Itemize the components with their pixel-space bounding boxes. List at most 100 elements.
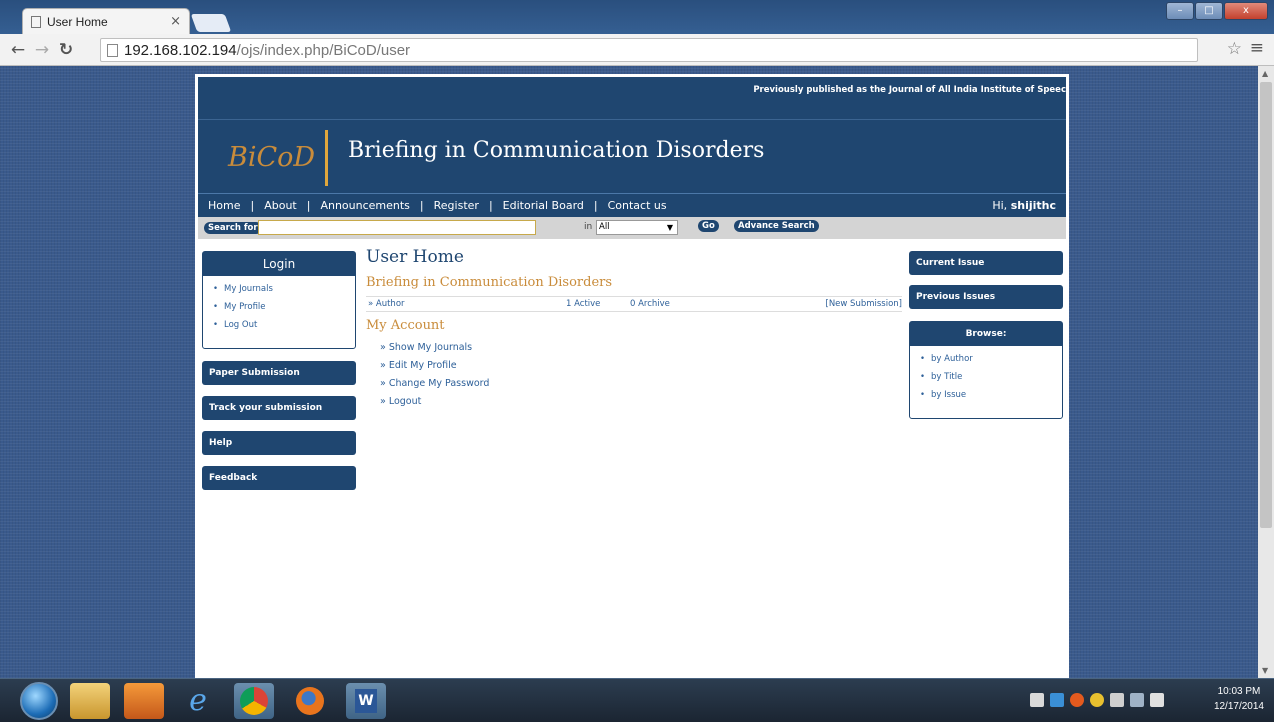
browse-by-title-link[interactable]: by Title xyxy=(920,368,1062,386)
minimize-button[interactable]: – xyxy=(1166,2,1194,20)
tab-title: User Home xyxy=(47,14,108,29)
new-tab-button[interactable] xyxy=(190,14,232,32)
media-player-icon[interactable] xyxy=(124,683,164,719)
site-title: Briefing in Communication Disorders xyxy=(348,138,765,163)
top-bar: Previously published as the Journal of A… xyxy=(198,77,1066,119)
nav-home[interactable]: Home xyxy=(208,199,240,212)
firefox-icon[interactable] xyxy=(290,683,330,719)
tray-monitor-icon[interactable] xyxy=(1130,693,1144,707)
file-explorer-icon[interactable] xyxy=(70,683,110,719)
link-my-journals[interactable]: My Journals xyxy=(213,280,355,298)
browser-toolbar: ← → ↻ 192.168.102.194/ojs/index.php/BiCo… xyxy=(0,34,1274,66)
journal-title: Briefing in Communication Disorders xyxy=(366,275,613,290)
feedback-button[interactable]: Feedback xyxy=(202,466,356,490)
browse-links: by Author by Title by Issue xyxy=(910,346,1062,404)
back-arrow-icon[interactable]: ← xyxy=(6,40,30,60)
tray-volume-icon[interactable] xyxy=(1150,693,1164,707)
search-bar: Search for in All ▼ Go Advance Search xyxy=(198,217,1066,239)
dropdown-arrow-icon: ▼ xyxy=(666,223,673,232)
start-button[interactable] xyxy=(20,682,58,720)
main-content: User Home Briefing in Communication Diso… xyxy=(366,247,902,411)
greeting-prefix: Hi, xyxy=(992,199,1008,212)
my-account-heading: My Account xyxy=(366,318,445,333)
url-host: 192.168.102.194 xyxy=(124,41,237,59)
site-banner: BiCoD Briefing in Communication Disorder… xyxy=(198,119,1066,193)
nav-separator: | xyxy=(488,199,493,212)
login-links: My Journals My Profile Log Out xyxy=(203,276,355,334)
logo-divider xyxy=(325,130,328,186)
logout-link[interactable]: » Logout xyxy=(380,393,902,411)
browse-by-author-link[interactable]: by Author xyxy=(920,350,1062,368)
link-log-out[interactable]: Log Out xyxy=(213,316,355,334)
nav-separator: | xyxy=(250,199,255,212)
tray-app-icon[interactable] xyxy=(1070,693,1084,707)
nav-separator: | xyxy=(419,199,424,212)
menu-icon[interactable]: ≡ xyxy=(1250,38,1264,58)
vertical-scrollbar[interactable]: ▲ ▼ xyxy=(1258,66,1274,678)
nav-announcements[interactable]: Announcements xyxy=(320,199,409,212)
tray-network-icon[interactable] xyxy=(1050,693,1064,707)
address-bar[interactable]: 192.168.102.194/ojs/index.php/BiCoD/user xyxy=(100,38,1198,62)
role-author-link[interactable]: » Author xyxy=(368,299,405,309)
chrome-icon[interactable] xyxy=(234,683,274,719)
system-clock[interactable]: 10:03 PM 12/17/2014 xyxy=(1214,684,1264,714)
login-box: Login My Journals My Profile Log Out xyxy=(202,251,356,349)
scroll-up-icon[interactable]: ▲ xyxy=(1262,69,1268,78)
change-password-link[interactable]: » Change My Password xyxy=(380,375,902,393)
role-row: » Author 1 Active 0 Archive [New Submiss… xyxy=(366,296,902,312)
username: shijithc xyxy=(1010,199,1056,212)
archive-count-link[interactable]: 0 Archive xyxy=(630,299,670,309)
windows-taskbar: e W 10:03 PM 12/17/2014 xyxy=(0,678,1274,722)
main-nav: Home | About | Announcements | Register … xyxy=(198,193,1066,217)
search-scope-value: All xyxy=(599,222,610,232)
edit-my-profile-link[interactable]: » Edit My Profile xyxy=(380,357,902,375)
clock-time: 10:03 PM xyxy=(1217,686,1261,697)
site-logo[interactable]: BiCoD xyxy=(228,142,315,173)
track-submission-button[interactable]: Track your submission xyxy=(202,396,356,420)
show-my-journals-link[interactable]: » Show My Journals xyxy=(380,339,902,357)
nav-separator: | xyxy=(306,199,311,212)
tray-flag-icon[interactable] xyxy=(1030,693,1044,707)
search-label: Search for xyxy=(204,222,262,234)
go-button[interactable]: Go xyxy=(698,220,719,232)
tab-strip: User Home × – □ x xyxy=(0,0,1274,34)
advanced-search-button[interactable]: Advance Search xyxy=(734,220,819,232)
nav-register[interactable]: Register xyxy=(434,199,479,212)
window-controls: – □ x xyxy=(1165,2,1268,20)
close-window-button[interactable]: x xyxy=(1224,2,1268,20)
search-scope-select[interactable]: All ▼ xyxy=(596,220,678,235)
scrollbar-thumb[interactable] xyxy=(1260,82,1272,528)
browser-viewport: Previously published as the Journal of A… xyxy=(0,66,1258,678)
nav-separator: | xyxy=(593,199,598,212)
new-submission-link[interactable]: [New Submission] xyxy=(826,299,903,309)
link-my-profile[interactable]: My Profile xyxy=(213,298,355,316)
nav-contact-us[interactable]: Contact us xyxy=(608,199,667,212)
user-greeting: Hi, shijithc xyxy=(992,199,1056,212)
paper-submission-button[interactable]: Paper Submission xyxy=(202,361,356,385)
internet-explorer-icon[interactable]: e xyxy=(178,683,218,719)
close-tab-icon[interactable]: × xyxy=(170,14,181,29)
bookmark-star-icon[interactable]: ☆ xyxy=(1227,39,1242,59)
page-title: User Home xyxy=(366,247,464,267)
url-path: /ojs/index.php/BiCoD/user xyxy=(236,41,411,59)
active-count-link[interactable]: 1 Active xyxy=(566,299,600,309)
word-icon[interactable]: W xyxy=(346,683,386,719)
search-input[interactable] xyxy=(258,220,536,235)
browse-box: Browse: by Author by Title by Issue xyxy=(909,321,1063,419)
tray-update-icon[interactable] xyxy=(1090,693,1104,707)
tray-device-icon[interactable] xyxy=(1110,693,1124,707)
browse-by-issue-link[interactable]: by Issue xyxy=(920,386,1062,404)
forward-arrow-icon[interactable]: → xyxy=(30,40,54,60)
page-icon xyxy=(31,15,41,28)
help-button[interactable]: Help xyxy=(202,431,356,455)
scroll-down-icon[interactable]: ▼ xyxy=(1262,666,1268,675)
page-icon xyxy=(107,43,118,57)
nav-editorial-board[interactable]: Editorial Board xyxy=(503,199,584,212)
browse-title: Browse: xyxy=(910,322,1062,346)
current-issue-button[interactable]: Current Issue xyxy=(909,251,1063,275)
browser-tab[interactable]: User Home × xyxy=(22,8,190,34)
reload-icon[interactable]: ↻ xyxy=(54,40,78,60)
previous-issues-button[interactable]: Previous Issues xyxy=(909,285,1063,309)
nav-about[interactable]: About xyxy=(264,199,297,212)
maximize-button[interactable]: □ xyxy=(1195,2,1223,20)
